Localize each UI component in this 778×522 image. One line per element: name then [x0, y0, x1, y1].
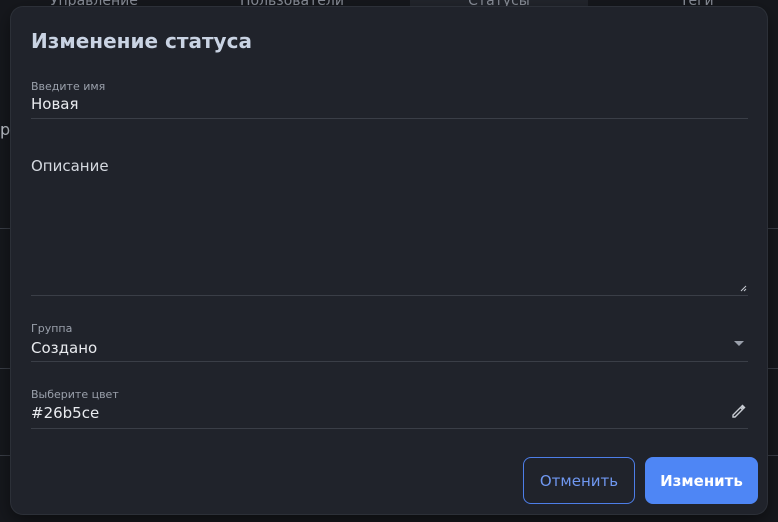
name-input[interactable]: Новая [31, 95, 79, 113]
color-input[interactable]: #26b5ce [31, 404, 99, 422]
background-divider [0, 455, 10, 456]
group-field-label: Группа [31, 322, 73, 335]
cancel-button[interactable]: Отменить [523, 457, 635, 504]
background-divider [766, 368, 778, 369]
background-divider [766, 228, 778, 229]
resize-handle-icon[interactable] [740, 285, 747, 292]
color-field[interactable]: Выберите цвет #26b5ce [31, 386, 748, 429]
submit-button[interactable]: Изменить [645, 457, 758, 504]
color-field-label: Выберите цвет [31, 388, 119, 401]
description-textarea[interactable]: Описание [31, 152, 748, 296]
group-selected-value: Создано [31, 339, 98, 357]
description-placeholder: Описание [31, 157, 109, 175]
chevron-down-icon[interactable] [734, 341, 744, 346]
background-divider [0, 368, 10, 369]
name-field[interactable]: Введите имя Новая [31, 77, 748, 119]
edit-status-dialog: Изменение статуса Введите имя Новая Опис… [11, 7, 767, 514]
group-select[interactable]: Группа Создано [31, 320, 748, 362]
dialog-title: Изменение статуса [31, 29, 252, 53]
background-divider [766, 455, 778, 456]
eyedropper-icon[interactable] [730, 402, 748, 420]
background-text-fragment: р [0, 120, 11, 139]
name-field-label: Введите имя [31, 80, 106, 93]
background-divider [0, 228, 10, 229]
